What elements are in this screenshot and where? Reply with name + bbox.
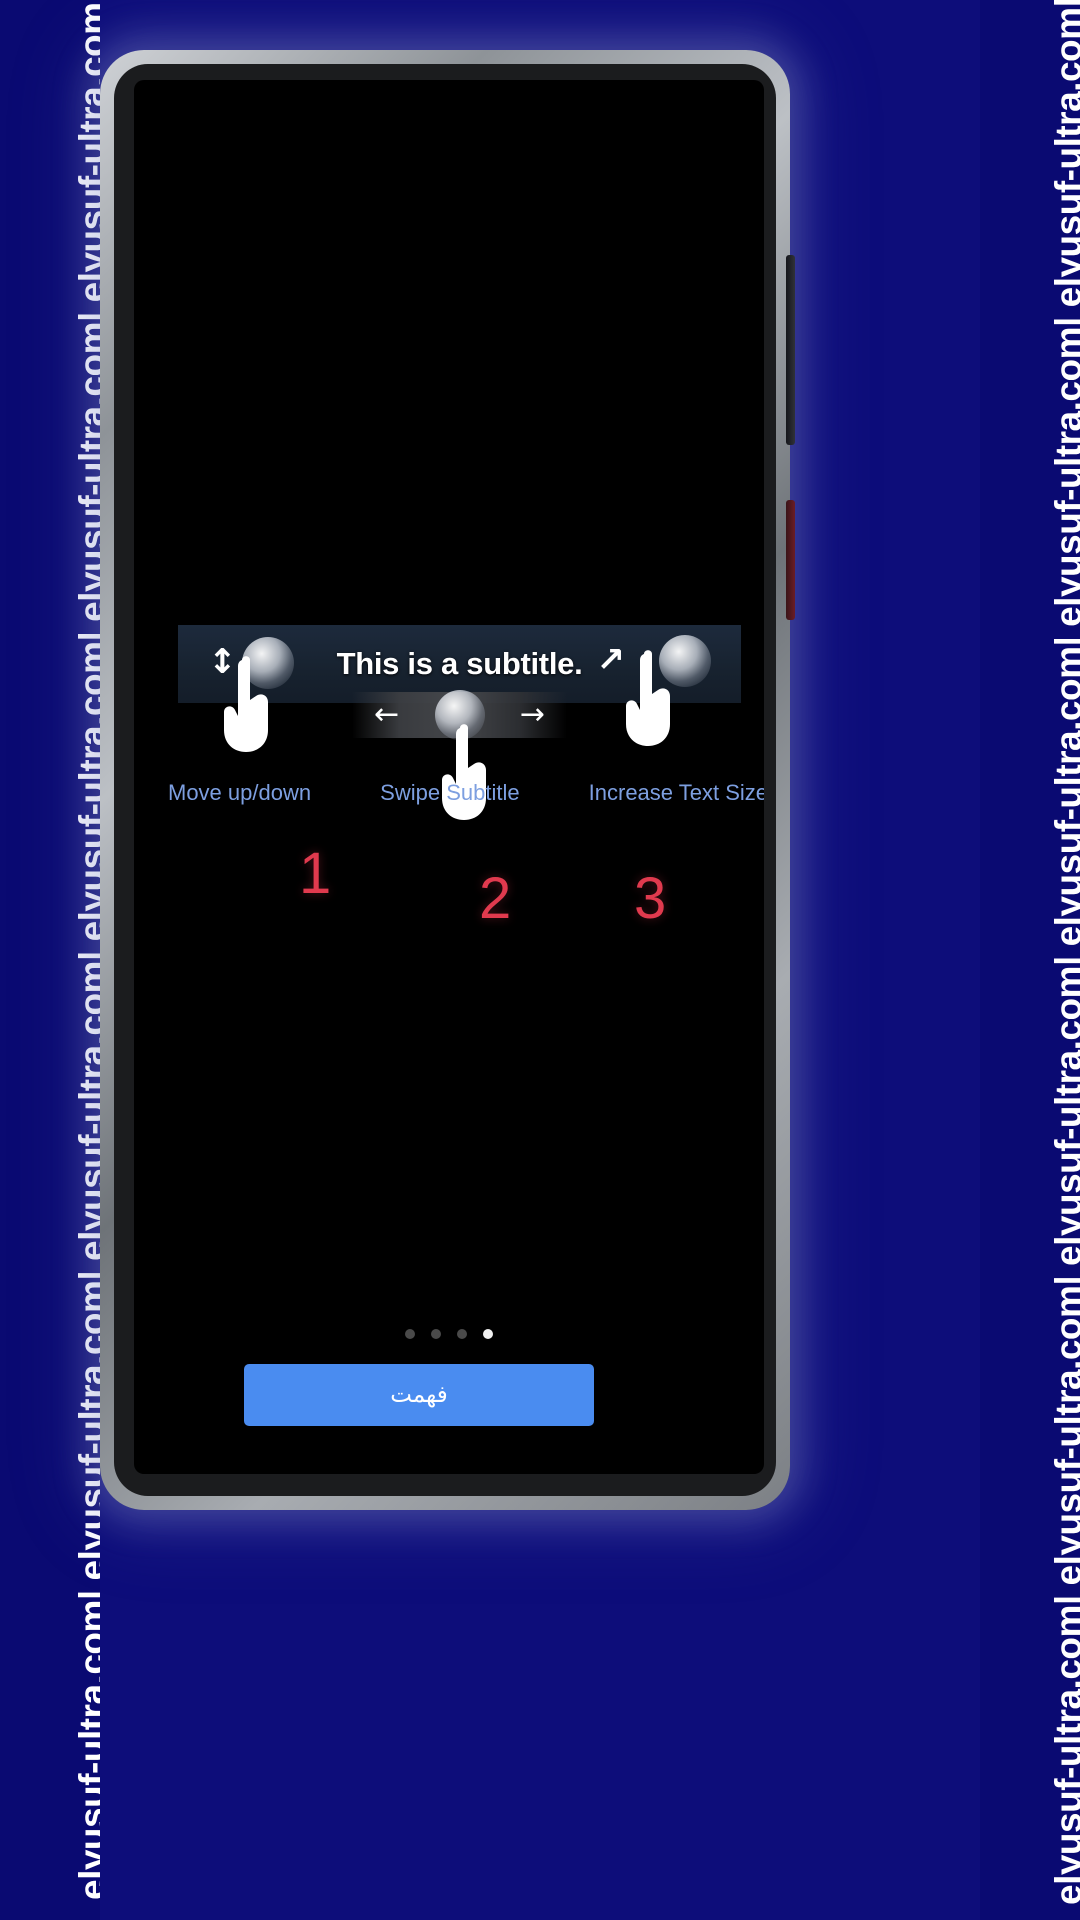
arrow-left-icon: ← — [374, 697, 400, 732]
phone-bezel: ↕ ↗ This is a subtitle. ← → Move up/down… — [114, 64, 776, 1496]
phone-screen: ↕ ↗ This is a subtitle. ← → Move up/down… — [134, 80, 764, 1474]
hand-pointer-icon — [442, 724, 486, 820]
watermark-text: elyusuf-ultra.com| elyusuf-ultra.com| el… — [1048, 0, 1080, 1905]
watermark-strip-left: elyusuf-ultra.com| elyusuf-ultra.com| el… — [0, 0, 100, 1920]
pagination-dot-active[interactable] — [483, 1329, 493, 1339]
caption-move-updown: Move up/down — [168, 780, 312, 805]
pagination-dot[interactable] — [457, 1329, 467, 1339]
watermark-strip-right: elyusuf-ultra.com| elyusuf-ultra.com| el… — [980, 0, 1080, 1920]
power-button[interactable] — [786, 500, 795, 620]
got-it-button[interactable]: فهمت — [244, 1364, 594, 1426]
pagination-dots — [134, 1329, 764, 1339]
caption-swipe-subtitle: Swipe Subtitle — [380, 780, 520, 805]
phone-frame: ↕ ↗ This is a subtitle. ← → Move up/down… — [100, 50, 795, 1510]
volume-button[interactable] — [786, 255, 795, 445]
arrow-right-icon: → — [519, 697, 545, 732]
gesture-caption-row: Move up/down Swipe Subtitle Increase Tex… — [168, 780, 764, 806]
hand-pointer-icon — [626, 650, 670, 746]
step-number-3: 3 — [634, 866, 667, 931]
step-number-2: 2 — [479, 866, 512, 931]
pagination-dot[interactable] — [431, 1329, 441, 1339]
hand-pointer-icon — [224, 656, 268, 752]
step-number-1: 1 — [299, 841, 332, 906]
phone-mockup: ↕ ↗ This is a subtitle. ← → Move up/down… — [100, 50, 795, 1510]
watermark-text: elyusuf-ultra.com| elyusuf-ultra.com| el… — [72, 0, 100, 1900]
pagination-dot[interactable] — [405, 1329, 415, 1339]
caption-increase-text-size: Increase Text Size — [588, 780, 764, 805]
